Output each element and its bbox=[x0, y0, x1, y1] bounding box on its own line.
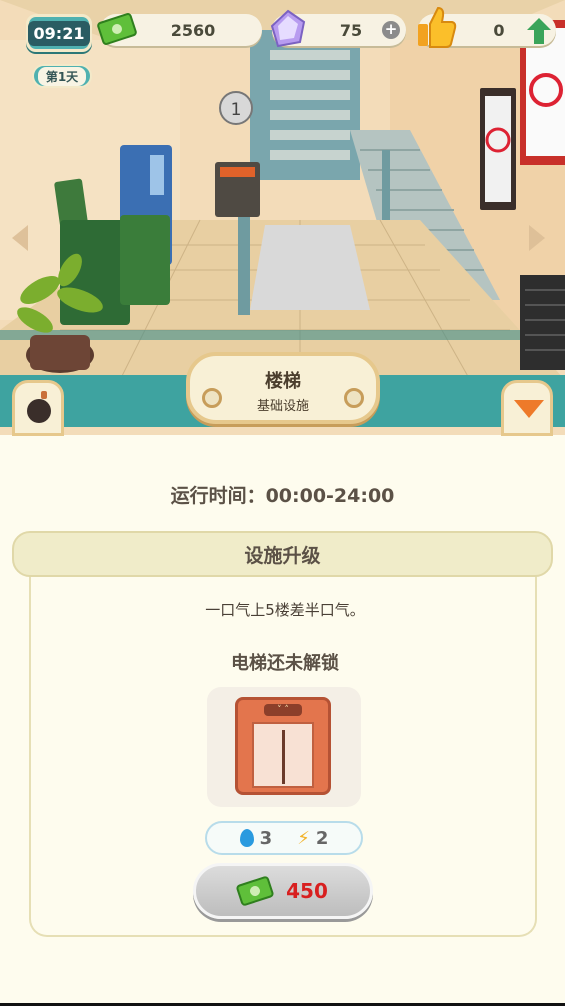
gem-icon bbox=[270, 9, 306, 48]
water-requirement-value: 3 bbox=[259, 827, 273, 849]
clock-display: 09:21 bbox=[26, 14, 92, 52]
energy-requirement: ⚡ 2 bbox=[297, 828, 328, 849]
water-drop-icon bbox=[239, 829, 254, 847]
banner-knob-right bbox=[344, 388, 364, 408]
previous-facility-arrow-icon[interactable] bbox=[12, 225, 28, 251]
elevator-indicator: ˅ ˄ bbox=[264, 704, 302, 716]
upgrade-requirements: 3 ⚡ 2 bbox=[205, 821, 363, 855]
gem-value: 75 bbox=[339, 20, 363, 40]
bomb-button[interactable] bbox=[12, 380, 64, 436]
upgrade-item-card[interactable]: ˅ ˄ bbox=[207, 687, 361, 807]
lightning-bolt-icon: ⚡ bbox=[297, 827, 310, 849]
add-gems-plus-icon[interactable]: + bbox=[382, 21, 400, 39]
money-value: 2560 bbox=[170, 20, 216, 40]
unlock-purchase-button[interactable]: 450 bbox=[193, 863, 373, 919]
unlock-price: 450 bbox=[286, 879, 328, 903]
operating-hours: 运行时间：00:00-24:00 bbox=[170, 485, 395, 507]
money-counter[interactable]: 2560 bbox=[97, 13, 262, 46]
day-badge: 第1天 bbox=[32, 64, 92, 88]
upgrade-section-title: 设施升级 bbox=[12, 531, 553, 577]
facility-info-panel: 运行时间：00:00-24:00 一口气上5楼差半口气。 电梯还未解锁 ˅ ˄ … bbox=[0, 435, 565, 1003]
up-arrow-icon bbox=[527, 18, 551, 44]
locked-upgrade-label: 电梯还未解锁 bbox=[231, 653, 339, 674]
next-facility-arrow-icon[interactable] bbox=[529, 225, 545, 251]
facility-banner: 楼梯 基础设施 bbox=[186, 352, 380, 424]
upgrade-section: 一口气上5楼差半口气。 电梯还未解锁 ˅ ˄ 3 ⚡ 2 450 bbox=[29, 571, 537, 937]
gem-counter[interactable]: 75 + bbox=[270, 9, 406, 48]
time-label: 09:21 bbox=[27, 20, 91, 46]
elevator-door bbox=[252, 722, 314, 788]
room-number-label: 1 bbox=[231, 100, 242, 120]
facility-description: 一口气上5楼差半口气。 bbox=[205, 601, 365, 619]
cash-icon bbox=[97, 13, 137, 45]
elevator-icon: ˅ ˄ bbox=[235, 697, 331, 795]
bomb-icon bbox=[27, 391, 51, 423]
cash-icon bbox=[235, 875, 275, 907]
banner-knob-left bbox=[202, 388, 222, 408]
day-label: 第1天 bbox=[37, 66, 87, 86]
thumbs-up-icon bbox=[418, 6, 457, 48]
likes-value: 0 bbox=[493, 20, 505, 40]
energy-requirement-value: 2 bbox=[315, 827, 329, 849]
likes-counter: 0 bbox=[418, 6, 556, 48]
collapse-panel-button[interactable] bbox=[501, 380, 553, 436]
water-requirement: 3 bbox=[239, 827, 273, 849]
triangle-down-icon bbox=[514, 400, 544, 418]
